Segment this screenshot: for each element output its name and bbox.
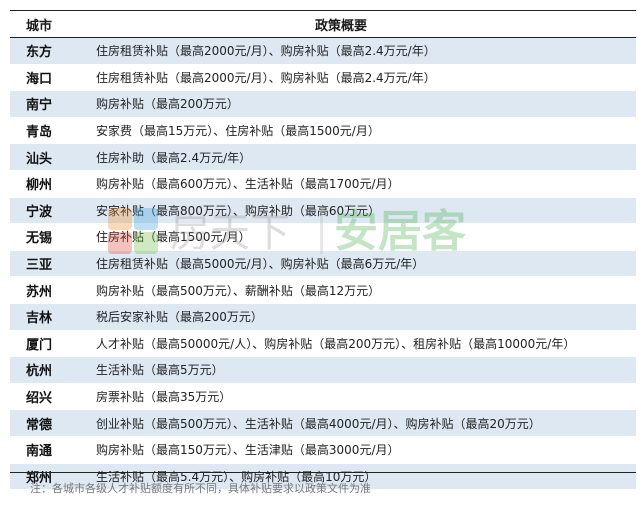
policy-cell: 安家补贴（最高800万元）、购房补助（最高60万元） [86, 197, 636, 224]
table-row: 柳州 购房补贴（最高600万元）、生活补贴（最高1700元/月） [10, 169, 636, 197]
table-row: 吉林 税后安家补贴（最高200万元） [10, 302, 636, 330]
table-row: 无锡 住房补贴（最高1500元/月） [10, 223, 636, 250]
city-cell: 厦门 [26, 337, 53, 353]
city-cell: 苏州 [26, 284, 53, 300]
table-row: 南宁 购房补贴（最高200万元） [10, 90, 636, 117]
policy-cell: 房票补贴（最高35万元） [96, 390, 232, 405]
table-row: 宁波 安家补贴（最高800万元）、购房补助（最高60万元） [10, 196, 636, 224]
table-row: 绍兴 房票补贴（最高35万元） [10, 382, 636, 410]
policy-cell: 生活补贴（最高5万元） [86, 357, 636, 383]
table-bottom-rule [10, 472, 636, 473]
table-row: 青岛 安家费（最高15万元）、住房补贴（最高1500元/月） [10, 116, 636, 144]
city-cell: 绍兴 [26, 391, 53, 407]
table-row: 厦门 人才补贴（最高50000元/人）、购房补贴（最高200万元）、租房补贴（最高… [10, 329, 636, 357]
policy-table: 城市 政策概要 东方 住房租赁补贴（最高2000元/月）、购房补贴（最高2.4万元… [10, 10, 636, 490]
city-cell: 东方 [10, 38, 86, 64]
city-cell: 无锡 [26, 231, 53, 247]
policy-cell: 安家费（最高15万元）、住房补贴（最高1500元/月） [96, 124, 380, 139]
city-cell: 青岛 [26, 125, 53, 141]
policy-cell: 创业补贴（最高500万元）、生活补贴（最高4000元/月）、购房补贴（最高20万… [86, 410, 636, 436]
table-row: 南通 购房补贴（最高150万元）、生活津贴（最高3000元/月） [10, 435, 636, 463]
policy-cell: 住房租赁补贴（最高2000元/月）、购房补贴（最高2.4万元/年） [96, 70, 436, 85]
table-row: 苏州 购房补贴（最高500万元）、薪酬补贴（最高12万元） [10, 276, 636, 303]
table-row: 汕头 住房补助（最高2.4万元/年） [10, 143, 636, 170]
table-header: 城市 政策概要 [10, 10, 636, 38]
policy-cell: 住房补助（最高2.4万元/年） [86, 144, 636, 170]
policy-cell: 住房租赁补贴（最高2000元/月）、购房补贴（最高2.4万元/年） [86, 38, 636, 64]
city-cell: 吉林 [10, 303, 86, 330]
city-cell: 柳州 [26, 178, 53, 194]
policy-cell: 购房补贴（最高500万元）、薪酬补贴（最高12万元） [96, 283, 381, 298]
policy-cell: 住房租赁补贴（最高5000元/月）、购房补贴（最高6万元/年） [86, 250, 636, 277]
policy-cell: 住房补贴（最高1500元/月） [96, 230, 251, 245]
city-cell: 宁波 [10, 197, 86, 224]
table-row: 东方 住房租赁补贴（最高2000元/月）、购房补贴（最高2.4万元/年） [10, 38, 636, 64]
table-row: 杭州 生活补贴（最高5万元） [10, 356, 636, 383]
table-row: 常德 创业补贴（最高500万元）、生活补贴（最高4000元/月）、购房补贴（最高2… [10, 409, 636, 436]
city-cell: 常德 [10, 410, 86, 436]
policy-cell: 人才补贴（最高50000元/人）、购房补贴（最高200万元）、租房补贴（最高10… [96, 336, 576, 351]
header-city: 城市 [26, 18, 53, 34]
policy-cell: 购房补贴（最高150万元）、生活津贴（最高3000元/月） [96, 443, 400, 458]
city-cell: 杭州 [10, 357, 86, 383]
policy-cell: 购房补贴（最高200万元） [86, 91, 636, 117]
policy-cell: 购房补贴（最高600万元）、生活补贴（最高1700元/月） [96, 177, 400, 192]
table-body: 东方 住房租赁补贴（最高2000元/月）、购房补贴（最高2.4万元/年） 海口 住房租… [10, 38, 636, 490]
city-cell: 汕头 [10, 144, 86, 170]
header-policy: 政策概要 [314, 18, 367, 34]
table-row: 海口 住房租赁补贴（最高2000元/月）、购房补贴（最高2.4万元/年） [10, 63, 636, 91]
city-cell: 南宁 [10, 91, 86, 117]
city-cell: 南通 [26, 444, 53, 460]
city-cell: 海口 [26, 71, 53, 87]
policy-cell: 税后安家补贴（最高200万元） [86, 303, 636, 330]
footnote: 注：各城市各级人才补贴额度有所不同，具体补贴要求以政策文件为准 [30, 482, 371, 495]
city-cell: 三亚 [10, 250, 86, 277]
table-row: 三亚 住房租赁补贴（最高5000元/月）、购房补贴（最高6万元/年） [10, 249, 636, 277]
